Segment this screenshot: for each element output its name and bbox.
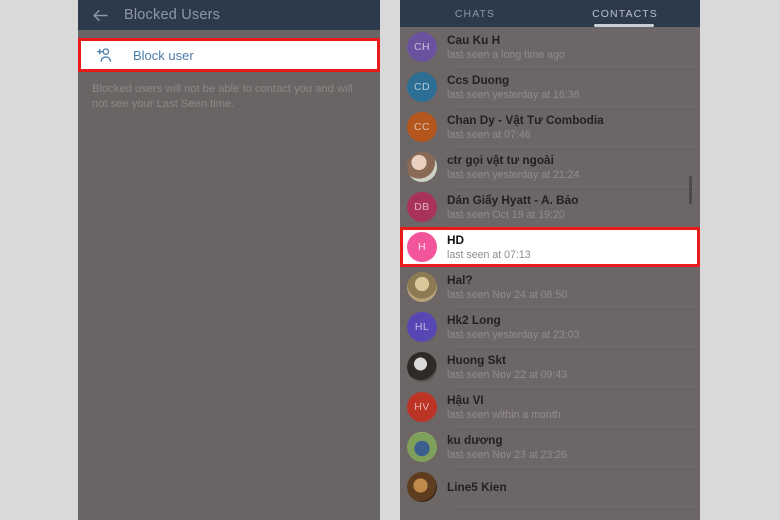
contact-name: Dán Giấy Hyatt - A. Bảo — [447, 193, 579, 207]
contact-row[interactable]: Hal? last seen Nov 24 at 08:50 — [400, 267, 700, 307]
contact-text: Ccs Duong last seen yesterday at 16:36 — [447, 73, 580, 101]
avatar: HV — [407, 392, 437, 422]
contact-row[interactable]: Huong Skt last seen Nov 22 at 09:43 — [400, 347, 700, 387]
contact-status: last seen at 07:13 — [447, 249, 531, 261]
block-user-label: Block user — [133, 47, 194, 63]
blocked-users-panel: Blocked Users Block user Blocked users w… — [78, 0, 380, 520]
contact-status: last seen Nov 23 at 23:26 — [447, 449, 568, 461]
contact-text: Line5 Kien — [447, 480, 507, 494]
back-arrow-icon[interactable] — [90, 5, 110, 25]
block-user-button[interactable]: Block user — [81, 41, 377, 69]
add-person-icon — [95, 45, 115, 65]
avatar — [407, 472, 437, 502]
page-background: Blocked Users Block user Blocked users w… — [0, 0, 780, 520]
contacts-scrollbar-track[interactable] — [689, 30, 696, 510]
avatar — [407, 432, 437, 462]
avatar: CD — [407, 72, 437, 102]
contact-row-highlighted[interactable]: H HD last seen at 07:13 — [400, 227, 700, 267]
contact-text: Dán Giấy Hyatt - A. Bảo last seen Oct 19 … — [447, 193, 578, 221]
contact-name: ctr gọi vật tư ngoài — [447, 153, 554, 167]
contact-text: Chan Dy - Vật Tư Combodia last seen at 07… — [447, 113, 604, 141]
contact-status: last seen yesterday at 23:03 — [447, 329, 580, 341]
contact-text: Huong Skt last seen Nov 22 at 09:43 — [447, 353, 567, 381]
blocked-users-description: Blocked users will not be able to contac… — [92, 83, 353, 110]
contact-row[interactable]: CD Ccs Duong last seen yesterday at 16:36 — [400, 67, 700, 107]
contact-text: Hal? last seen Nov 24 at 08:50 — [447, 273, 567, 301]
tab-chats[interactable]: CHATS — [400, 0, 550, 27]
contact-text: Hk2 Long last seen yesterday at 23:03 — [447, 313, 580, 341]
contact-status: last seen yesterday at 16:36 — [447, 89, 580, 101]
contact-status: last seen yesterday at 21:24 — [447, 169, 580, 181]
avatar — [407, 352, 437, 382]
contact-name: ku dương — [447, 433, 503, 447]
contacts-scrollbar-thumb[interactable] — [689, 176, 692, 204]
contact-name: Cau Ku H — [447, 33, 501, 47]
avatar: HL — [407, 312, 437, 342]
contact-status: last seen at 07:46 — [447, 129, 531, 141]
contact-row[interactable]: CH Cau Ku H last seen a long time ago — [400, 27, 700, 67]
avatar: CC — [407, 112, 437, 142]
contact-status: last seen Oct 19 at 19:20 — [447, 209, 565, 221]
contact-row[interactable]: HV Hậu VI last seen within a month — [400, 387, 700, 427]
avatar: H — [407, 232, 437, 262]
contacts-panel: CHATS CONTACTS CH Cau Ku H last seen a lon… — [400, 0, 700, 520]
contact-status: last seen Nov 24 at 08:50 — [447, 289, 568, 301]
blocked-users-header: Blocked Users — [78, 0, 380, 30]
contact-name: Line5 Kien — [447, 480, 507, 494]
contact-row[interactable]: ku dương last seen Nov 23 at 23:26 — [400, 427, 700, 467]
contact-text: Hậu VI last seen within a month — [447, 393, 561, 421]
avatar — [407, 272, 437, 302]
contacts-tabbar: CHATS CONTACTS — [400, 0, 700, 27]
contact-row[interactable]: DB Dán Giấy Hyatt - A. Bảo last seen Oct 1… — [400, 187, 700, 227]
contact-row[interactable]: CC Chan Dy - Vật Tư Combodia last seen at … — [400, 107, 700, 147]
contact-row[interactable]: Line5 Kien — [400, 467, 700, 507]
avatar: CH — [407, 32, 437, 62]
page-title: Blocked Users — [124, 7, 221, 23]
contact-text: Cau Ku H last seen a long time ago — [447, 33, 565, 61]
block-user-annotation-box: Block user — [78, 38, 380, 72]
contact-name: Hậu VI — [447, 393, 484, 407]
contact-status: last seen within a month — [447, 409, 561, 421]
tab-contacts[interactable]: CONTACTS — [550, 0, 700, 27]
contact-text: ctr gọi vật tư ngoài last seen yesterday … — [447, 153, 580, 181]
contact-name: HD — [447, 233, 465, 247]
contact-name: Chan Dy - Vật Tư Combodia — [447, 113, 604, 127]
contact-text: ku dương last seen Nov 23 at 23:26 — [447, 433, 567, 461]
contact-name: Huong Skt — [447, 353, 506, 367]
contact-status: last seen Nov 22 at 09:43 — [447, 369, 568, 381]
avatar: DB — [407, 192, 437, 222]
contact-text: HD last seen at 07:13 — [447, 233, 531, 261]
contact-name: Ccs Duong — [447, 73, 510, 87]
contacts-list: CH Cau Ku H last seen a long time ago CD Ccs… — [400, 27, 700, 507]
contact-row[interactable]: ctr gọi vật tư ngoài last seen yesterday … — [400, 147, 700, 187]
contact-name: Hal? — [447, 273, 473, 287]
contact-name: Hk2 Long — [447, 313, 501, 327]
contact-status: last seen a long time ago — [447, 49, 565, 61]
contact-row[interactable]: HL Hk2 Long last seen yesterday at 23:03 — [400, 307, 700, 347]
avatar — [407, 152, 437, 182]
